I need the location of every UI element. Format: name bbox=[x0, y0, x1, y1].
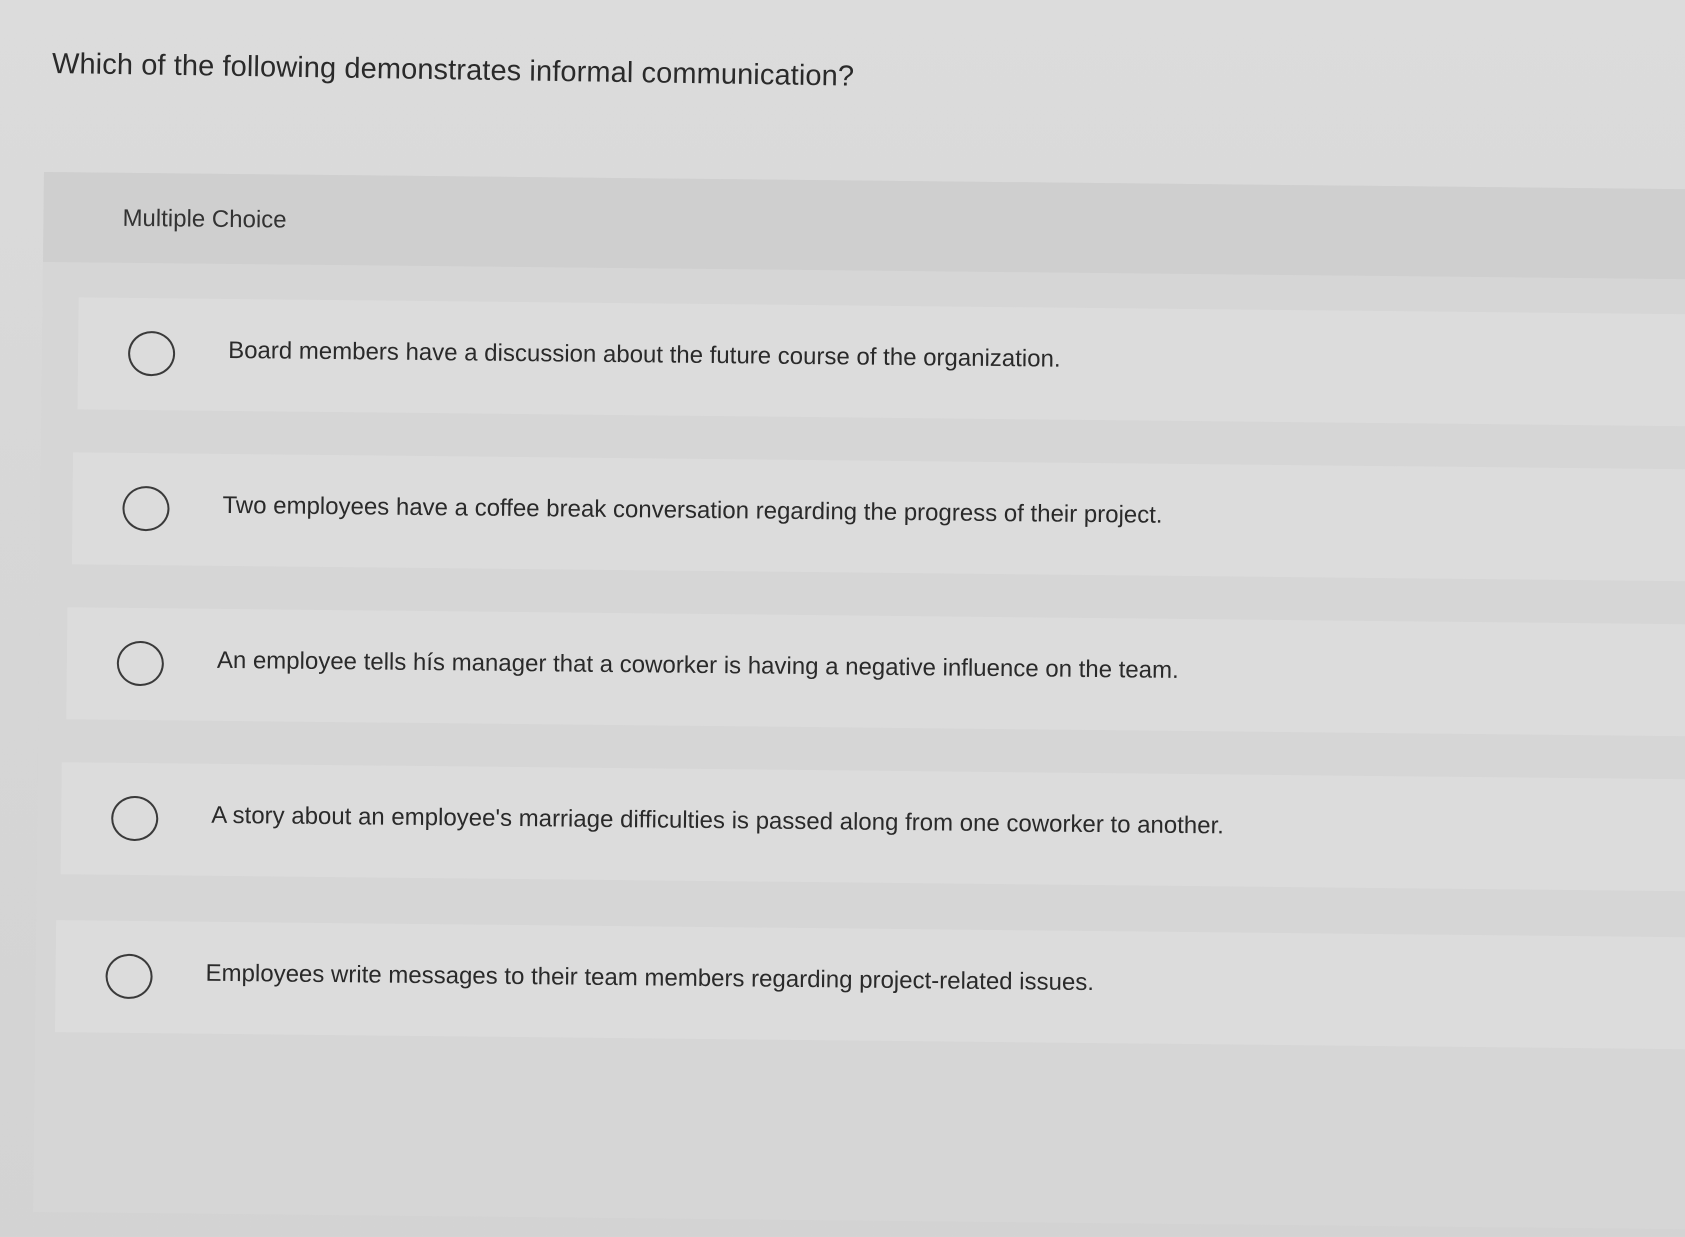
option-1-text: Board members have a discussion about th… bbox=[228, 336, 1061, 373]
option-3[interactable]: An employee tells hís manager that a cow… bbox=[66, 607, 1685, 737]
option-5-text: Employees write messages to their team m… bbox=[205, 959, 1095, 997]
options-list: Board members have a discussion about th… bbox=[33, 261, 1685, 1230]
option-4-text: A story about an employee's marriage dif… bbox=[211, 801, 1225, 840]
multiple-choice-label: Multiple Choice bbox=[122, 204, 287, 234]
answer-panel: Multiple Choice Board members have a dis… bbox=[33, 172, 1685, 1230]
option-4[interactable]: A story about an employee's marriage dif… bbox=[60, 762, 1685, 892]
radio-unselected-icon[interactable] bbox=[127, 330, 176, 377]
radio-unselected-icon[interactable] bbox=[122, 485, 170, 532]
option-2-text: Two employees have a coffee break conver… bbox=[222, 491, 1163, 529]
radio-unselected-icon[interactable] bbox=[116, 640, 165, 687]
radio-unselected-icon[interactable] bbox=[111, 795, 159, 842]
option-2[interactable]: Two employees have a coffee break conver… bbox=[71, 452, 1685, 582]
radio-unselected-icon[interactable] bbox=[105, 953, 153, 1000]
option-1[interactable]: Board members have a discussion about th… bbox=[77, 297, 1685, 427]
option-3-text: An employee tells hís manager that a cow… bbox=[216, 646, 1179, 684]
option-5[interactable]: Employees write messages to their team m… bbox=[54, 920, 1685, 1050]
panel-header: Multiple Choice bbox=[43, 172, 1685, 280]
question-text: Which of the following demonstrates info… bbox=[51, 48, 855, 93]
